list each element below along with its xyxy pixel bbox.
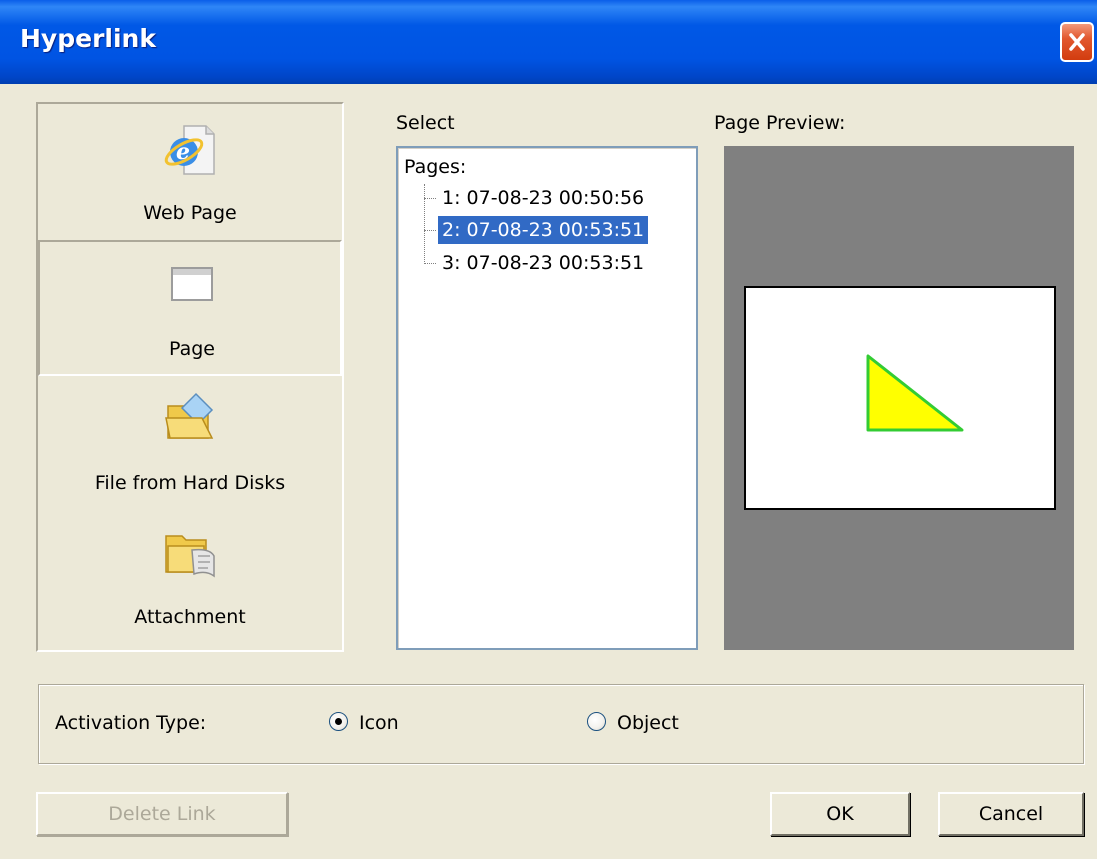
title-bar[interactable]: Hyperlink — [0, 0, 1097, 84]
page-preview-area — [724, 146, 1074, 650]
category-attachment[interactable]: Attachment — [38, 512, 342, 648]
attachment-folder-icon — [165, 535, 215, 578]
tree-item-page-1[interactable]: 1: 07-08-23 00:50:56 — [438, 184, 648, 212]
select-label: Select — [396, 112, 455, 134]
tree-connector — [424, 263, 436, 264]
radio-object-label[interactable]: Object — [617, 712, 679, 734]
link-type-panel: e Web Page Page File from Hard Disks Att… — [36, 102, 344, 652]
category-label: File from Hard Disks — [94, 472, 286, 494]
tree-connector — [424, 230, 436, 231]
preview-triangle-shape — [866, 354, 964, 432]
dialog-title: Hyperlink — [20, 24, 156, 53]
radio-icon-label[interactable]: Icon — [359, 712, 399, 734]
category-label: Page — [169, 338, 215, 360]
category-label: Attachment — [134, 606, 246, 628]
activation-type-label: Activation Type: — [55, 712, 207, 734]
folder-file-icon — [165, 392, 214, 439]
category-file-from-hard-disks[interactable]: File from Hard Disks — [38, 376, 342, 512]
close-icon — [1069, 33, 1085, 51]
radio-object[interactable] — [587, 712, 606, 731]
radio-checked-dot — [335, 718, 342, 725]
page-window-icon — [171, 267, 213, 301]
hyperlink-dialog: Hyperlink e Web Page Page File from Hard… — [0, 0, 1097, 859]
close-button[interactable] — [1060, 22, 1094, 62]
page-preview-label: Page Preview: — [714, 112, 846, 134]
category-label: Web Page — [143, 202, 237, 224]
tree-root-label: Pages: — [404, 156, 467, 178]
internet-explorer-icon: e — [164, 125, 215, 175]
tree-connector — [424, 184, 425, 264]
category-page[interactable]: Page — [38, 240, 342, 376]
activation-type-group: Activation Type: Icon Object — [38, 684, 1084, 764]
category-web-page[interactable]: e Web Page — [38, 104, 342, 240]
svg-text:e: e — [176, 139, 190, 165]
pages-tree[interactable]: Pages: 1: 07-08-23 00:50:56 2: 07-08-23 … — [396, 146, 698, 650]
tree-connector — [424, 198, 436, 199]
radio-icon[interactable] — [329, 712, 348, 731]
ok-button[interactable]: OK — [770, 792, 910, 836]
delete-link-button[interactable]: Delete Link — [36, 792, 288, 836]
preview-page-canvas — [744, 286, 1056, 510]
tree-item-page-3[interactable]: 3: 07-08-23 00:53:51 — [438, 249, 648, 277]
cancel-button[interactable]: Cancel — [938, 792, 1084, 836]
tree-item-page-2[interactable]: 2: 07-08-23 00:53:51 — [438, 216, 649, 244]
